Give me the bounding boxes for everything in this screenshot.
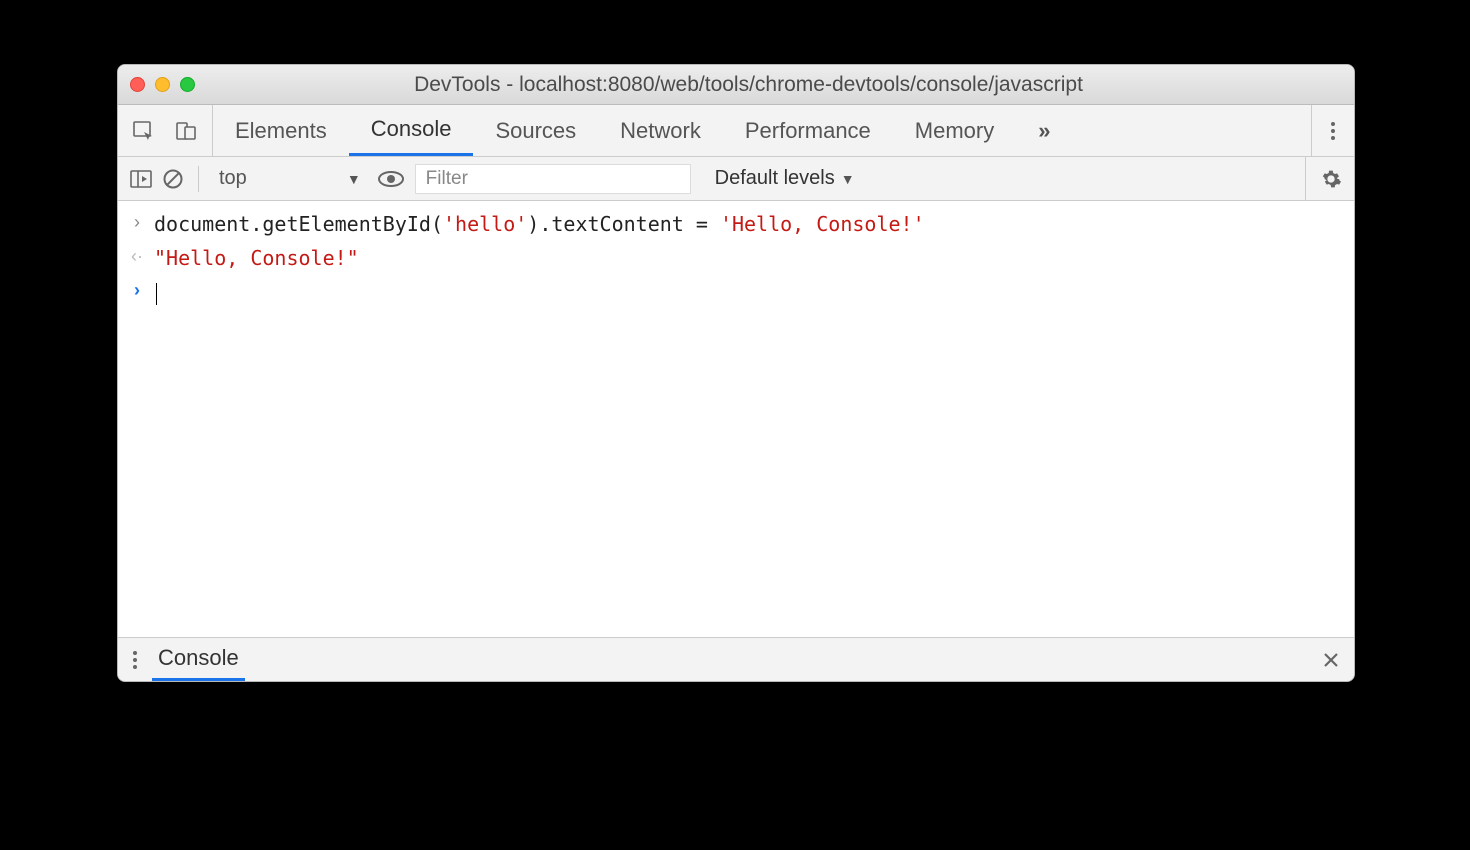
context-selector-label: top <box>219 167 247 190</box>
toggle-sidebar-icon[interactable] <box>130 169 152 189</box>
tab-memory[interactable]: Memory <box>893 105 1016 156</box>
code-string: "Hello, Console!" <box>154 246 359 270</box>
tab-elements-label: Elements <box>235 118 327 144</box>
drawer-tab-console[interactable]: Console <box>152 638 245 681</box>
console-output-value: "Hello, Console!" <box>154 241 359 275</box>
log-levels-selector[interactable]: Default levels ▼ <box>715 167 855 190</box>
tab-performance[interactable]: Performance <box>723 105 893 156</box>
close-drawer-icon[interactable] <box>1322 651 1340 669</box>
tabs-overflow-button[interactable]: » <box>1016 105 1072 156</box>
device-toolbar-icon[interactable] <box>174 119 198 143</box>
close-window-button[interactable] <box>130 77 145 92</box>
tab-memory-label: Memory <box>915 118 994 144</box>
tab-sources[interactable]: Sources <box>473 105 598 156</box>
console-settings-icon[interactable] <box>1320 168 1342 190</box>
tabbar-left-icons <box>118 105 213 156</box>
titlebar: DevTools - localhost:8080/web/tools/chro… <box>118 65 1354 105</box>
tab-console-label: Console <box>371 116 452 142</box>
log-levels-label: Default levels <box>715 167 835 190</box>
context-selector[interactable]: top ▼ <box>213 165 367 192</box>
zoom-window-button[interactable] <box>180 77 195 92</box>
drawer: Console <box>118 637 1354 681</box>
console-toolbar: top ▼ Default levels ▼ <box>118 157 1354 201</box>
drawer-menu-icon[interactable] <box>132 648 138 672</box>
minimize-window-button[interactable] <box>155 77 170 92</box>
code-string: 'hello' <box>443 212 527 236</box>
console-output-row: ‹· "Hello, Console!" <box>128 241 1344 275</box>
chevron-down-icon: ▼ <box>347 171 361 187</box>
panel-tabs: Elements Console Sources Network Perform… <box>213 105 1073 156</box>
devtools-window: DevTools - localhost:8080/web/tools/chro… <box>117 64 1355 682</box>
window-title: DevTools - localhost:8080/web/tools/chro… <box>215 73 1342 97</box>
more-options-icon[interactable] <box>1330 119 1336 143</box>
console-prompt-row[interactable]: › <box>128 275 1344 309</box>
input-chevron-icon: › <box>128 207 146 238</box>
code-string: 'Hello, Console!' <box>720 212 925 236</box>
filter-input[interactable] <box>415 164 691 194</box>
text-cursor <box>156 283 157 305</box>
tab-performance-label: Performance <box>745 118 871 144</box>
tab-console[interactable]: Console <box>349 105 474 156</box>
window-controls <box>130 77 195 92</box>
clear-console-icon[interactable] <box>162 168 184 190</box>
live-expression-icon[interactable] <box>377 170 405 188</box>
prompt-chevron-icon: › <box>128 275 146 306</box>
toolbar-separator <box>198 166 199 192</box>
chevron-down-icon: ▼ <box>841 171 855 187</box>
tab-network-label: Network <box>620 118 701 144</box>
console-output[interactable]: › document.getElementById('hello').textC… <box>118 201 1354 637</box>
output-chevron-icon: ‹· <box>128 241 146 272</box>
drawer-tab-label: Console <box>158 645 239 671</box>
code-segment: document.getElementById( <box>154 212 443 236</box>
console-input-code: document.getElementById('hello').textCon… <box>154 207 925 241</box>
code-segment: ).textContent = <box>527 212 720 236</box>
tab-sources-label: Sources <box>495 118 576 144</box>
console-input-row: › document.getElementById('hello').textC… <box>128 207 1344 241</box>
console-prompt[interactable] <box>154 275 157 309</box>
panel-tabbar: Elements Console Sources Network Perform… <box>118 105 1354 157</box>
tab-elements[interactable]: Elements <box>213 105 349 156</box>
tab-network[interactable]: Network <box>598 105 723 156</box>
inspect-element-icon[interactable] <box>132 119 156 143</box>
